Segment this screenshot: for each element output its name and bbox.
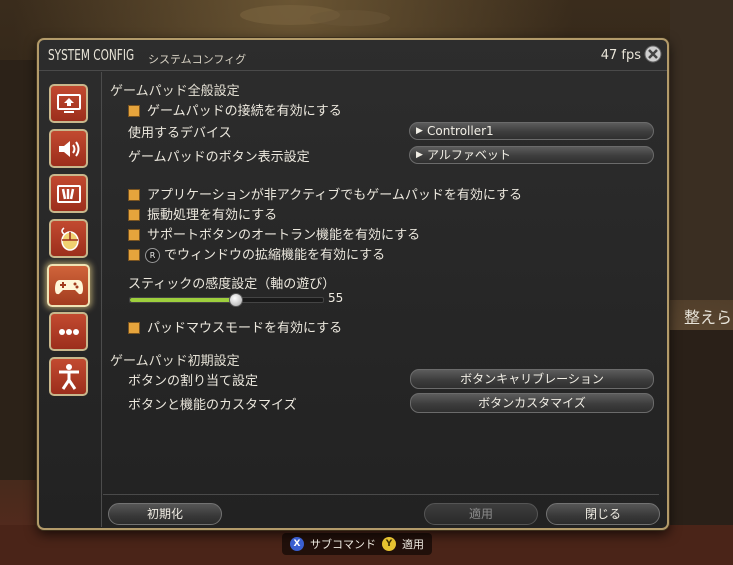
checkbox-vibration[interactable] xyxy=(128,209,140,221)
device-value: Controller1 xyxy=(427,124,494,138)
reset-button[interactable]: 初期化 xyxy=(108,503,222,525)
sidebar-divider xyxy=(101,72,102,527)
play-arrow-icon: ▶ xyxy=(416,150,423,160)
button-display-select[interactable]: ▶ アルファベット xyxy=(409,146,654,164)
other-settings-icon xyxy=(58,328,79,335)
slider-fill xyxy=(130,298,236,302)
device-select[interactable]: ▶ Controller1 xyxy=(409,122,654,140)
button-calibration-button[interactable]: ボタンキャリブレーション xyxy=(410,369,654,389)
label-button-display: ゲームパッドのボタン表示設定 xyxy=(128,150,310,165)
hotbar-icon xyxy=(56,184,81,203)
label-autorun: サポートボタンのオートラン機能を有効にする xyxy=(147,228,421,243)
sidebar-item-accessibility[interactable] xyxy=(49,357,88,396)
stick-sensitivity-value: 55 xyxy=(328,291,344,305)
sidebar-item-mouse[interactable] xyxy=(49,219,88,258)
label-stick-sensitivity: スティックの感度設定（軸の遊び） xyxy=(128,277,336,292)
slider-handle[interactable] xyxy=(229,293,243,307)
r-stick-icon: R xyxy=(145,248,160,263)
accessibility-icon xyxy=(58,363,79,390)
gamepad-icon xyxy=(54,279,83,294)
background-text: 整えら xyxy=(684,308,733,327)
label-pad-mouse: パッドマウスモードを有効にする xyxy=(147,321,343,336)
label-button-customize: ボタンと機能のカスタマイズ xyxy=(128,398,297,413)
label-inactive-gamepad: アプリケーションが非アクティブでもゲームパッドを有効にする xyxy=(147,188,523,203)
label-vibration: 振動処理を有効にする xyxy=(147,208,278,223)
checkbox-window-scale[interactable] xyxy=(128,249,140,261)
system-config-window: SYSTEM CONFIG システムコンフィグ 47 fps ゲームパッド全般設… xyxy=(37,38,669,530)
stick-sensitivity-slider[interactable] xyxy=(129,297,324,303)
sidebar-item-display[interactable] xyxy=(49,84,88,123)
subcommand-hint: サブコマンド xyxy=(310,538,376,551)
button-customize-button[interactable]: ボタンカスタマイズ xyxy=(410,393,654,413)
section-heading-initial: ゲームパッド初期設定 xyxy=(110,354,240,369)
label-button-assign: ボタンの割り当て設定 xyxy=(128,374,259,389)
section-heading-general: ゲームパッド全般設定 xyxy=(110,84,240,99)
sidebar-item-hotbar[interactable] xyxy=(49,174,88,213)
label-window-scale-text: でウィンドウの拡縮機能を有効にする xyxy=(164,248,386,263)
checkbox-enable-connection[interactable] xyxy=(128,105,140,117)
gamepad-settings-panel: ゲームパッド全般設定 ゲームパッドの接続を有効にする 使用するデバイス ▶ Co… xyxy=(103,72,659,490)
title-bar: SYSTEM CONFIG システムコンフィグ 47 fps xyxy=(39,40,667,71)
x-button-icon: X xyxy=(290,537,304,551)
display-settings-icon xyxy=(56,93,81,113)
checkbox-pad-mouse[interactable] xyxy=(128,322,140,334)
close-icon[interactable] xyxy=(643,44,663,64)
apply-button[interactable]: 適用 xyxy=(424,503,538,525)
sidebar-item-sound[interactable] xyxy=(49,129,88,168)
button-display-value: アルファベット xyxy=(427,148,511,162)
play-arrow-icon: ▶ xyxy=(416,126,423,136)
window-title: SYSTEM CONFIG xyxy=(48,46,135,64)
label-device: 使用するデバイス xyxy=(128,126,232,141)
footer-divider xyxy=(103,494,659,495)
sidebar-item-gamepad[interactable] xyxy=(47,264,90,307)
apply-hint: 適用 xyxy=(402,538,424,551)
label-enable-connection: ゲームパッドの接続を有効にする xyxy=(147,104,342,119)
checkbox-inactive-gamepad[interactable] xyxy=(128,189,140,201)
window-subtitle: システムコンフィグ xyxy=(148,53,247,66)
sound-icon xyxy=(58,140,79,157)
label-window-scale: R でウィンドウの拡縮機能を有効にする xyxy=(145,244,385,263)
button-hints: X サブコマンド Y 適用 xyxy=(282,533,432,555)
close-button[interactable]: 閉じる xyxy=(546,503,660,525)
checkbox-autorun[interactable] xyxy=(128,229,140,241)
y-button-icon: Y xyxy=(382,537,396,551)
mouse-icon xyxy=(60,226,79,251)
sidebar-item-other[interactable] xyxy=(49,312,88,351)
fps-counter: 47 fps xyxy=(600,48,641,63)
